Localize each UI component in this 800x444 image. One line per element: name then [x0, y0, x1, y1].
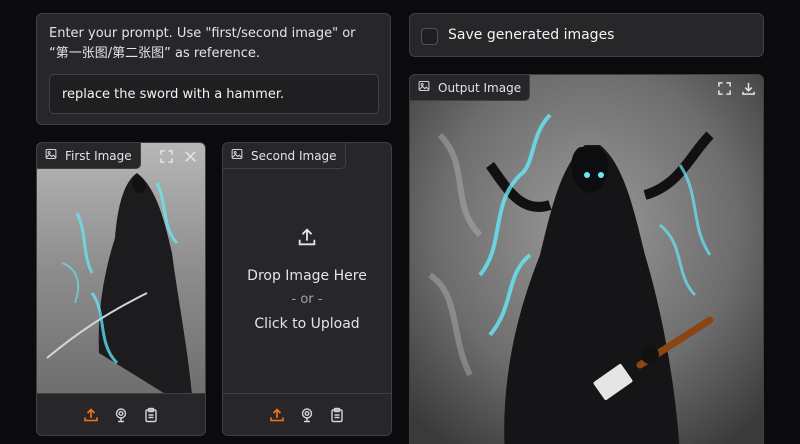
or-text: - or -: [291, 292, 323, 307]
fullscreen-icon[interactable]: [715, 79, 733, 97]
drop-image-text: Drop Image Here: [247, 268, 367, 284]
second-image-block: Second Image Drop Image Here - or - Clic…: [222, 142, 392, 436]
output-image-block: Output Image: [409, 74, 764, 444]
webcam-icon[interactable]: [298, 406, 316, 424]
prompt-input[interactable]: [49, 74, 379, 114]
prompt-block: Enter your prompt. Use "first/second ima…: [36, 13, 391, 125]
save-images-block[interactable]: Save generated images: [409, 13, 764, 57]
image-icon: [45, 148, 57, 163]
clipboard-icon[interactable]: [328, 406, 346, 424]
prompt-label: Enter your prompt. Use "first/second ima…: [49, 26, 356, 61]
webcam-icon[interactable]: [112, 406, 130, 424]
upload-icon[interactable]: [82, 406, 100, 424]
save-images-checkbox[interactable]: [421, 28, 438, 45]
close-icon[interactable]: [181, 147, 199, 165]
output-image-label-tab: Output Image: [410, 75, 531, 101]
fullscreen-icon[interactable]: [157, 147, 175, 165]
clipboard-icon[interactable]: [142, 406, 160, 424]
image-drop-zone[interactable]: Drop Image Here - or - Click to Upload: [223, 169, 391, 393]
upload-icon: [296, 226, 318, 264]
upload-icon[interactable]: [268, 406, 286, 424]
first-image-preview: [37, 143, 205, 393]
first-image-toolbar: [37, 393, 205, 435]
second-image-label: Second Image: [251, 148, 337, 163]
first-image-label-tab: First Image: [37, 143, 141, 169]
output-image-label: Output Image: [438, 80, 522, 95]
save-images-label[interactable]: Save generated images: [448, 27, 614, 43]
second-image-toolbar: [223, 393, 391, 435]
first-image-label: First Image: [65, 148, 132, 163]
click-to-upload-text: Click to Upload: [254, 316, 360, 332]
output-image-preview: [410, 75, 763, 444]
image-icon: [418, 80, 430, 95]
second-image-label-tab: Second Image: [223, 143, 346, 169]
first-image-block: First Image: [36, 142, 206, 436]
image-icon: [231, 148, 243, 163]
download-icon[interactable]: [739, 79, 757, 97]
